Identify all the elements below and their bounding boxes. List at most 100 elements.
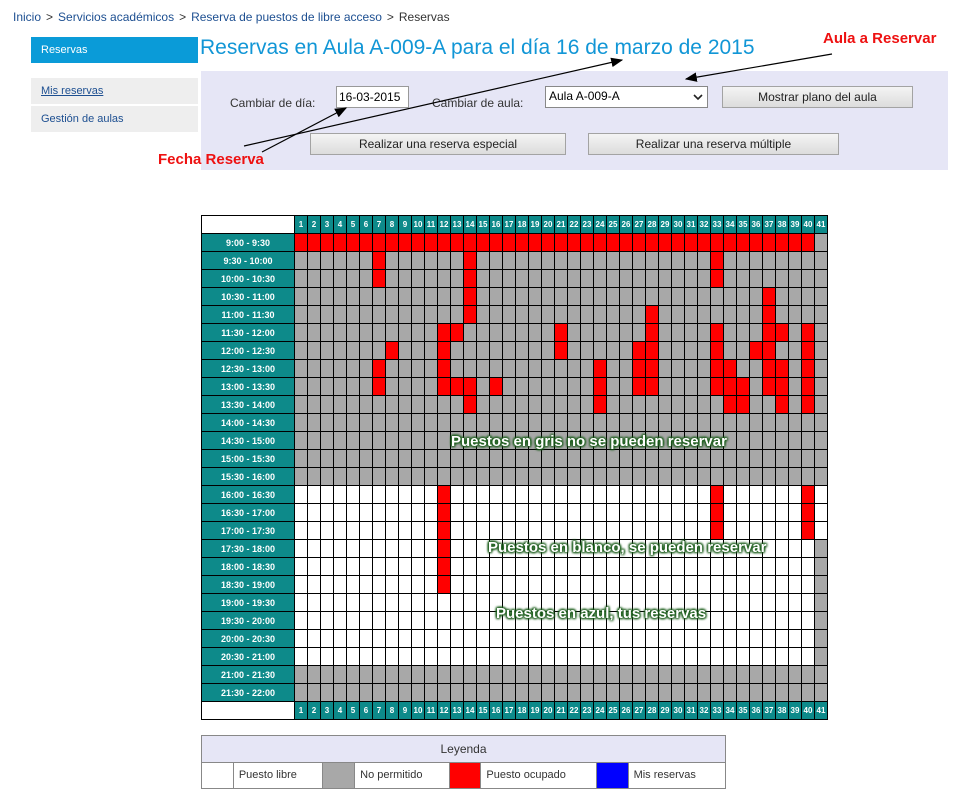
seat-cell-free[interactable]: [567, 485, 581, 504]
seat-cell-free[interactable]: [528, 521, 542, 540]
seat-cell-free[interactable]: [294, 647, 308, 666]
seat-cell-free[interactable]: [502, 557, 516, 576]
seat-cell-free[interactable]: [736, 593, 750, 612]
seat-cell-free[interactable]: [541, 629, 555, 648]
seat-cell-free[interactable]: [775, 647, 789, 666]
seat-cell-free[interactable]: [333, 611, 347, 630]
seat-cell-free[interactable]: [593, 521, 607, 540]
seat-cell-free[interactable]: [749, 503, 763, 522]
seat-cell-free[interactable]: [736, 503, 750, 522]
seat-cell-free[interactable]: [723, 503, 737, 522]
seat-cell-free[interactable]: [320, 539, 334, 558]
seat-cell-free[interactable]: [489, 629, 503, 648]
seat-cell-free[interactable]: [554, 575, 568, 594]
seat-cell-free[interactable]: [723, 485, 737, 504]
seat-cell-free[interactable]: [775, 503, 789, 522]
seat-cell-free[interactable]: [749, 647, 763, 666]
seat-cell-free[interactable]: [450, 629, 464, 648]
seat-cell-free[interactable]: [450, 557, 464, 576]
seat-cell-free[interactable]: [307, 593, 321, 612]
seat-cell-free[interactable]: [294, 575, 308, 594]
seat-cell-free[interactable]: [372, 629, 386, 648]
seat-cell-free[interactable]: [619, 503, 633, 522]
seat-cell-free[interactable]: [580, 575, 594, 594]
seat-cell-free[interactable]: [684, 503, 698, 522]
seat-cell-free[interactable]: [450, 521, 464, 540]
seat-cell-free[interactable]: [463, 557, 477, 576]
seat-cell-free[interactable]: [320, 593, 334, 612]
seat-cell-free[interactable]: [762, 485, 776, 504]
seat-cell-free[interactable]: [359, 539, 373, 558]
seat-cell-free[interactable]: [450, 647, 464, 666]
seat-cell-free[interactable]: [385, 485, 399, 504]
seat-cell-free[interactable]: [307, 629, 321, 648]
seat-cell-free[interactable]: [554, 503, 568, 522]
seat-cell-free[interactable]: [723, 629, 737, 648]
seat-cell-free[interactable]: [502, 503, 516, 522]
seat-cell-free[interactable]: [736, 575, 750, 594]
seat-cell-free[interactable]: [619, 629, 633, 648]
seat-cell-free[interactable]: [788, 503, 802, 522]
seat-cell-free[interactable]: [372, 575, 386, 594]
seat-cell-free[interactable]: [385, 647, 399, 666]
seat-cell-free[interactable]: [333, 593, 347, 612]
seat-cell-free[interactable]: [398, 593, 412, 612]
seat-cell-free[interactable]: [307, 485, 321, 504]
seat-cell-free[interactable]: [580, 485, 594, 504]
seat-cell-free[interactable]: [645, 647, 659, 666]
seat-cell-free[interactable]: [515, 521, 529, 540]
seat-cell-free[interactable]: [463, 503, 477, 522]
seat-cell-free[interactable]: [372, 557, 386, 576]
seat-cell-free[interactable]: [489, 503, 503, 522]
seat-cell-free[interactable]: [658, 629, 672, 648]
seat-cell-free[interactable]: [606, 575, 620, 594]
seat-cell-free[interactable]: [385, 629, 399, 648]
seat-cell-free[interactable]: [346, 575, 360, 594]
seat-cell-free[interactable]: [645, 557, 659, 576]
seat-cell-free[interactable]: [593, 647, 607, 666]
seat-cell-free[interactable]: [619, 485, 633, 504]
seat-cell-free[interactable]: [632, 521, 646, 540]
seat-cell-free[interactable]: [528, 575, 542, 594]
seat-cell-free[interactable]: [411, 521, 425, 540]
seat-cell-free[interactable]: [346, 539, 360, 558]
seat-cell-free[interactable]: [489, 485, 503, 504]
seat-cell-free[interactable]: [658, 503, 672, 522]
seat-cell-free[interactable]: [346, 503, 360, 522]
seat-cell-free[interactable]: [658, 485, 672, 504]
seat-cell-free[interactable]: [502, 485, 516, 504]
seat-cell-free[interactable]: [450, 503, 464, 522]
seat-cell-free[interactable]: [463, 539, 477, 558]
seat-cell-free[interactable]: [684, 557, 698, 576]
seat-cell-free[interactable]: [762, 647, 776, 666]
seat-cell-free[interactable]: [398, 575, 412, 594]
seat-cell-free[interactable]: [580, 521, 594, 540]
seat-cell-free[interactable]: [385, 575, 399, 594]
seat-cell-free[interactable]: [567, 575, 581, 594]
seat-cell-free[interactable]: [788, 575, 802, 594]
seat-cell-free[interactable]: [580, 557, 594, 576]
seat-cell-free[interactable]: [580, 629, 594, 648]
seat-cell-free[interactable]: [411, 593, 425, 612]
seat-cell-free[interactable]: [398, 611, 412, 630]
seat-cell-free[interactable]: [307, 521, 321, 540]
seat-cell-free[interactable]: [372, 539, 386, 558]
seat-cell-free[interactable]: [541, 557, 555, 576]
seat-cell-free[interactable]: [424, 557, 438, 576]
seat-cell-free[interactable]: [398, 521, 412, 540]
seat-cell-free[interactable]: [606, 557, 620, 576]
seat-cell-free[interactable]: [515, 575, 529, 594]
seat-cell-free[interactable]: [294, 503, 308, 522]
seat-cell-free[interactable]: [723, 593, 737, 612]
seat-cell-free[interactable]: [684, 629, 698, 648]
seat-cell-free[interactable]: [762, 521, 776, 540]
seat-cell-free[interactable]: [307, 611, 321, 630]
seat-cell-free[interactable]: [619, 521, 633, 540]
seat-cell-free[interactable]: [632, 575, 646, 594]
seat-cell-free[interactable]: [736, 557, 750, 576]
seat-cell-free[interactable]: [723, 557, 737, 576]
seat-cell-free[interactable]: [463, 485, 477, 504]
seat-cell-free[interactable]: [489, 647, 503, 666]
seat-cell-free[interactable]: [775, 593, 789, 612]
seat-cell-free[interactable]: [736, 521, 750, 540]
